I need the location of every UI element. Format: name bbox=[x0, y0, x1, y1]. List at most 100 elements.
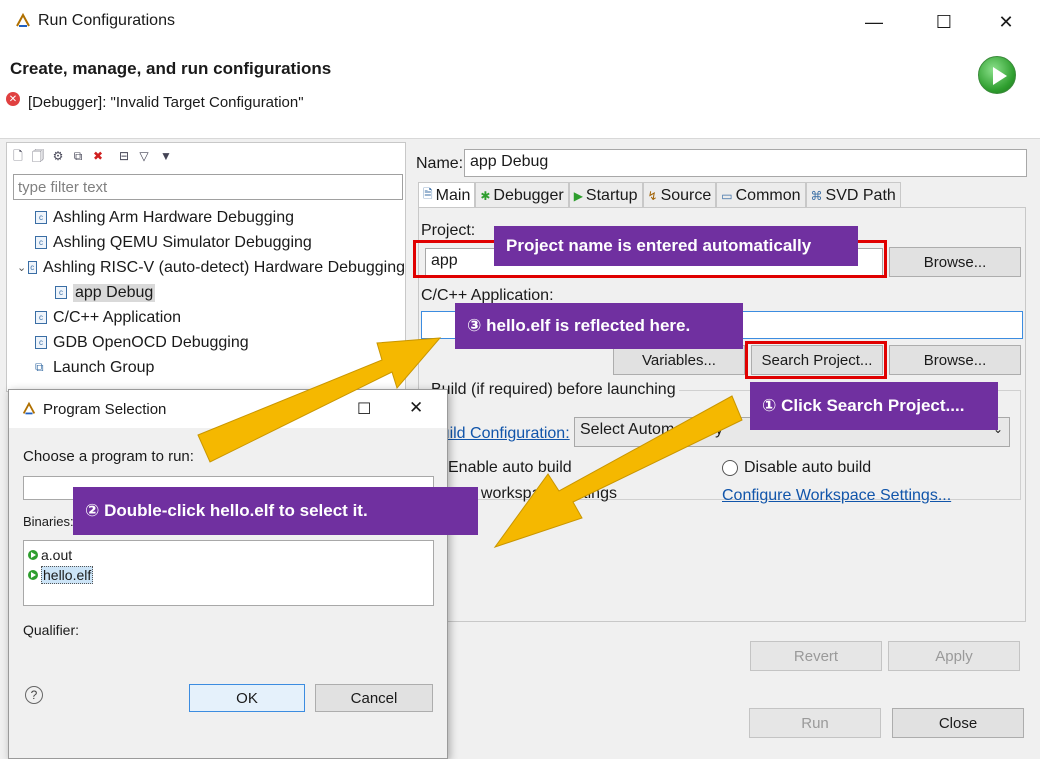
chevron-down-icon[interactable]: ⌄ bbox=[17, 261, 28, 274]
enable-auto-build-label: Enable auto build bbox=[448, 459, 572, 476]
enable-auto-build-radio[interactable]: Enable auto build bbox=[448, 459, 572, 477]
qualifier-label: Qualifier: bbox=[23, 622, 80, 638]
variables-button[interactable]: Variables... bbox=[613, 345, 745, 375]
c-config-icon: c bbox=[35, 236, 47, 249]
tree-item-app-debug[interactable]: c app Debug bbox=[55, 280, 405, 305]
tab-common[interactable]: ▭ Common bbox=[716, 182, 806, 208]
tab-label: SVD Path bbox=[825, 186, 896, 204]
build-group-label: Build (if required) before launching bbox=[428, 381, 679, 399]
filter-icon[interactable]: ▽ bbox=[137, 149, 151, 163]
tab-debugger[interactable]: ✱ Debugger bbox=[475, 182, 569, 208]
c-config-icon: c bbox=[35, 311, 47, 324]
delete-icon[interactable]: ✖ bbox=[91, 149, 105, 163]
close-window-button[interactable]: ✕ bbox=[982, 6, 1030, 38]
project-browse-button[interactable]: Browse... bbox=[889, 247, 1021, 277]
build-configuration-link[interactable]: Build Configuration: bbox=[430, 425, 570, 443]
ok-button[interactable]: OK bbox=[189, 684, 305, 712]
choose-program-label: Choose a program to run: bbox=[23, 448, 194, 465]
config-tabs: 🗎 Main ✱ Debugger ▶ Startup ↯ Source ▭ Common… bbox=[418, 182, 901, 208]
binary-item-a-out[interactable]: a.out bbox=[24, 545, 433, 565]
tree-item-label: C/C++ Application bbox=[53, 308, 182, 326]
tree-item-label: Launch Group bbox=[53, 358, 155, 376]
step2-callout: ② Double-click hello.elf to select it. bbox=[73, 487, 478, 535]
tree-item-cpp-app[interactable]: c C/C++ Application bbox=[35, 305, 405, 330]
binary-label: hello.elf bbox=[41, 566, 94, 584]
run-banner-icon bbox=[978, 56, 1016, 94]
c-config-icon: c bbox=[27, 261, 38, 274]
tree-item-label: Ashling Arm Hardware Debugging bbox=[53, 208, 295, 226]
configuration-tree-panel: 🗋 🗍 ⚙ ⧉ ✖ ⊟ ▽ ▼ c Ashling Arm Hardware De… bbox=[6, 142, 406, 392]
filter-input[interactable] bbox=[13, 174, 403, 200]
view-menu-icon[interactable]: ▼ bbox=[159, 149, 173, 163]
cancel-button[interactable]: Cancel bbox=[315, 684, 433, 712]
help-icon[interactable]: ? bbox=[25, 686, 43, 704]
new-config-icon[interactable]: 🗋 bbox=[11, 149, 25, 163]
tab-label: Startup bbox=[585, 186, 638, 204]
tab-label: Debugger bbox=[493, 186, 564, 204]
project-label: Project: bbox=[421, 222, 476, 239]
step1-callout: ① Click Search Project.... bbox=[750, 382, 998, 430]
dialog-title: Program Selection bbox=[43, 401, 167, 418]
application-browse-button[interactable]: Browse... bbox=[889, 345, 1021, 375]
config-tree: c Ashling Arm Hardware Debugging c Ashling… bbox=[17, 205, 405, 380]
tab-startup[interactable]: ▶ Startup bbox=[568, 182, 643, 208]
apply-button[interactable]: Apply bbox=[888, 641, 1020, 671]
binary-item-hello-elf[interactable]: hello.elf bbox=[24, 565, 433, 585]
program-selection-dialog: Program Selection ☐ ✕ Choose a program t… bbox=[8, 389, 448, 759]
build-config-value: Select Automatically bbox=[580, 421, 724, 438]
configure-workspace-link[interactable]: Configure Workspace Settings... bbox=[722, 487, 951, 505]
tab-label: Source bbox=[660, 186, 712, 204]
tab-source[interactable]: ↯ Source bbox=[642, 182, 717, 208]
tree-item-label: app Debug bbox=[73, 283, 156, 302]
window-titlebar: Run Configurations — ☐ ✕ bbox=[0, 0, 1040, 44]
revert-button[interactable]: Revert bbox=[750, 641, 882, 671]
project-callout: Project name is entered automatically bbox=[494, 226, 858, 266]
binaries-list: a.out hello.elf bbox=[23, 540, 434, 606]
dialog-titlebar: Program Selection ☐ ✕ bbox=[9, 390, 447, 428]
binary-label: a.out bbox=[41, 547, 73, 563]
launch-group-icon: ⧉ bbox=[35, 360, 44, 374]
dialog-close-button[interactable]: ✕ bbox=[409, 398, 423, 418]
export-icon[interactable]: ⚙ bbox=[51, 149, 65, 163]
search-project-highlight-box bbox=[745, 341, 887, 379]
common-tab-icon: ▭ bbox=[721, 188, 733, 203]
maximize-button[interactable]: ☐ bbox=[920, 6, 968, 38]
minimize-button[interactable]: — bbox=[850, 6, 898, 38]
disable-auto-build-label: Disable auto build bbox=[744, 459, 872, 476]
disable-auto-build-radio[interactable]: Disable auto build bbox=[722, 459, 871, 477]
c-config-icon: c bbox=[35, 211, 47, 224]
tab-main[interactable]: 🗎 Main bbox=[418, 182, 476, 208]
c-config-icon: c bbox=[55, 286, 67, 299]
step3-callout: ③ hello.elf is reflected here. bbox=[455, 303, 743, 349]
dialog-maximize-button[interactable]: ☐ bbox=[357, 399, 371, 419]
tree-item-arm[interactable]: c Ashling Arm Hardware Debugging bbox=[35, 205, 405, 230]
binaries-label: Binaries: bbox=[23, 514, 74, 529]
tree-item-riscv[interactable]: ⌄ c Ashling RISC-V (auto-detect) Hardware … bbox=[17, 255, 405, 280]
tab-label: Common bbox=[735, 186, 801, 204]
run-button[interactable]: Run bbox=[749, 708, 881, 738]
name-field[interactable]: app Debug bbox=[464, 149, 1027, 177]
tree-item-qemu[interactable]: c Ashling QEMU Simulator Debugging bbox=[35, 230, 405, 255]
tree-item-openocd[interactable]: c GDB OpenOCD Debugging bbox=[35, 330, 405, 355]
binary-run-icon bbox=[28, 570, 38, 580]
radio-icon bbox=[722, 459, 738, 476]
c-config-icon: c bbox=[35, 336, 47, 349]
tab-label: Main bbox=[435, 186, 471, 204]
tree-item-launch-group[interactable]: ⧉ Launch Group bbox=[35, 355, 405, 380]
tree-item-label: Ashling RISC-V (auto-detect) Hardware De… bbox=[43, 258, 405, 276]
collapse-all-icon[interactable]: ⊟ bbox=[117, 149, 131, 163]
tab-svd-path[interactable]: ⌘ SVD Path bbox=[805, 182, 901, 208]
close-button[interactable]: Close bbox=[892, 708, 1024, 738]
svd-tab-icon: ⌘ bbox=[810, 188, 823, 203]
new-prototype-icon[interactable]: 🗍 bbox=[31, 149, 45, 163]
binary-run-icon bbox=[28, 550, 38, 560]
tree-item-label: GDB OpenOCD Debugging bbox=[53, 333, 249, 351]
window-title: Run Configurations bbox=[38, 12, 175, 29]
error-message: [Debugger]: "Invalid Target Configuratio… bbox=[28, 94, 304, 111]
debugger-tab-icon: ✱ bbox=[480, 188, 491, 203]
eclipse-app-icon bbox=[22, 401, 36, 415]
error-icon: ✕ bbox=[6, 92, 20, 106]
duplicate-icon[interactable]: ⧉ bbox=[71, 149, 85, 163]
name-label: Name: bbox=[416, 155, 464, 172]
tree-item-label: Ashling QEMU Simulator Debugging bbox=[53, 233, 312, 251]
